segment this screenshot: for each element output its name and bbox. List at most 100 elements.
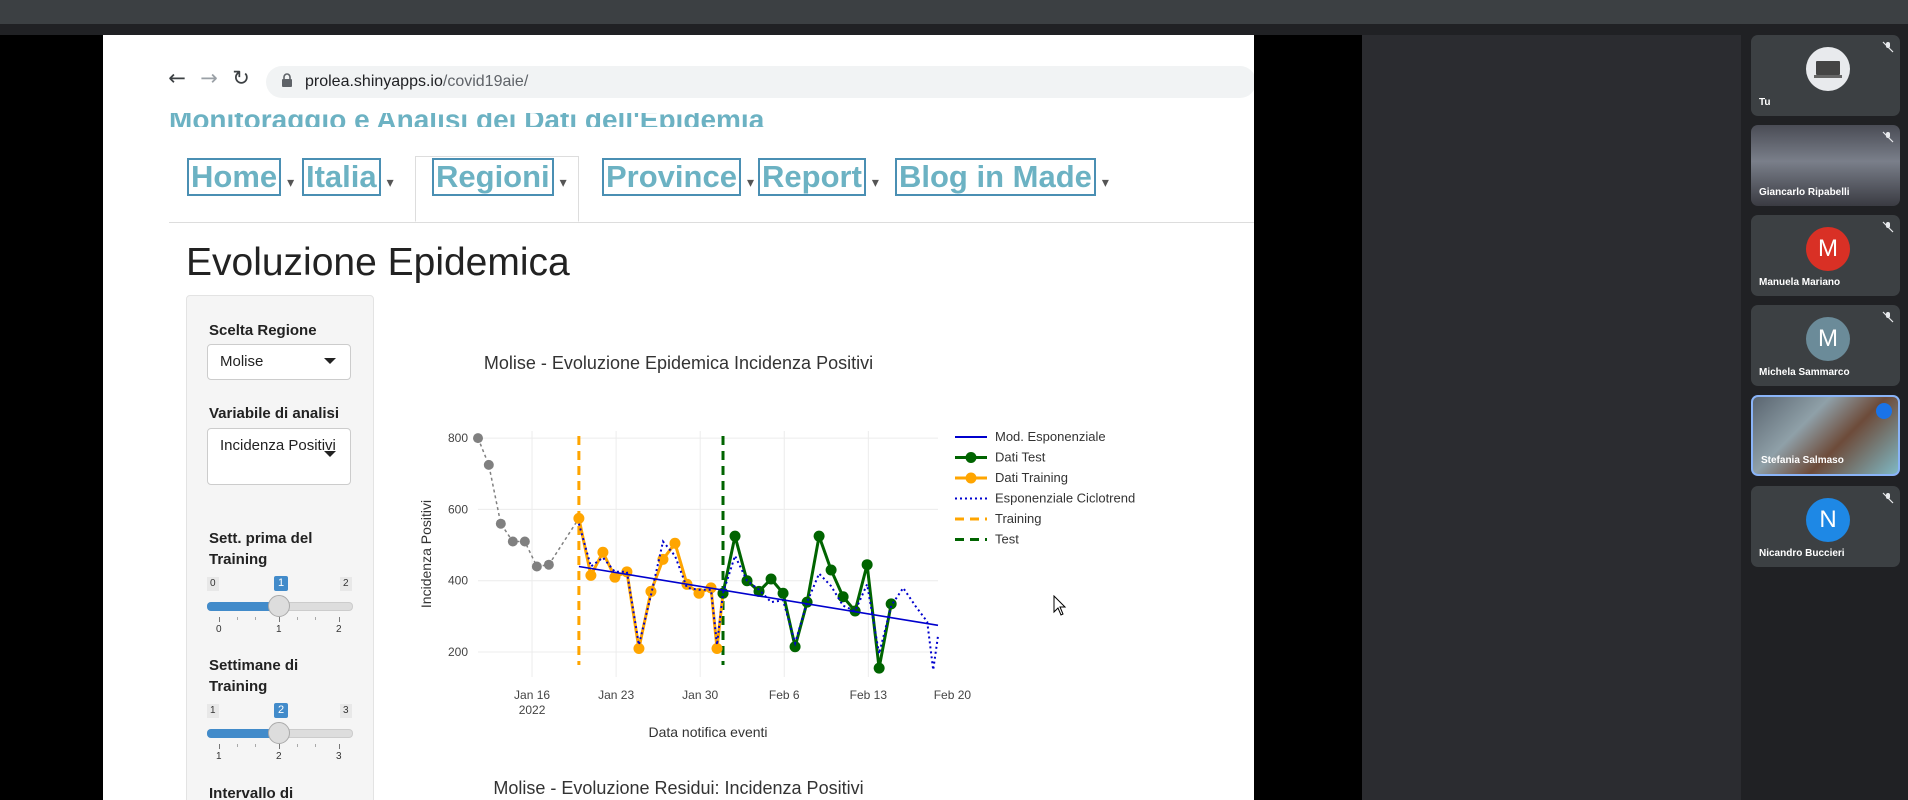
participant-name: Michela Sammarco xyxy=(1759,367,1850,378)
participant-tile[interactable]: Giancarlo Ripabelli xyxy=(1751,125,1900,206)
slider-tick xyxy=(279,617,280,622)
tab-label: Italia xyxy=(302,158,381,196)
slider-tick xyxy=(339,617,340,622)
slider2-label: Settimane di Training xyxy=(209,657,299,695)
mic-off-icon xyxy=(1882,311,1894,323)
slider-tick-label: 1 xyxy=(216,751,222,762)
slider-tick xyxy=(315,744,316,747)
tab-province[interactable]: Province ▾ xyxy=(602,158,754,198)
lock-icon xyxy=(281,73,301,91)
back-arrow-icon[interactable]: ← xyxy=(162,63,192,93)
slider-value-label: 2 xyxy=(274,703,289,718)
slider-tick xyxy=(315,617,316,620)
mic-off-icon xyxy=(1882,492,1894,504)
url-text[interactable]: prolea.shinyapps.io/covid19aie/ xyxy=(305,73,528,91)
legend-label: Mod. Esponenziale xyxy=(995,429,1106,444)
participant-tile[interactable]: N Nicandro Buccieri xyxy=(1751,486,1900,567)
slider-tick-label: 2 xyxy=(336,624,342,635)
meeting-top-bar xyxy=(0,0,1908,24)
slider-tick-label: 0 xyxy=(216,624,222,635)
participant-tile[interactable]: M Michela Sammarco xyxy=(1751,305,1900,386)
speaking-indicator-icon xyxy=(1876,403,1892,419)
x-axis-title: Data notifica eventi xyxy=(648,724,767,740)
legend-label: Test xyxy=(995,532,1019,547)
weeks-before-training-slider[interactable]: 0 1 2 0 1 2 xyxy=(207,576,353,637)
tab-label: Report xyxy=(758,158,866,196)
caret-down-icon: ▾ xyxy=(287,174,295,191)
test-point xyxy=(873,662,885,674)
training-point xyxy=(585,569,597,581)
pretraining-point xyxy=(543,559,554,570)
participant-tile[interactable]: M Manuela Mariano xyxy=(1751,215,1900,296)
x-tick-label: Jan 23 xyxy=(598,688,634,702)
test-point xyxy=(861,559,873,571)
slider-tick xyxy=(255,617,256,620)
slider-handle[interactable] xyxy=(268,722,290,744)
tab-italia[interactable]: Italia ▾ xyxy=(302,158,394,198)
residuals-chart-title: Molise - Evoluzione Residui: Incidenza P… xyxy=(493,778,864,798)
shared-browser-window: ← → ↻ prolea.shinyapps.io/covid19aie/ Mo… xyxy=(103,35,1254,800)
training-point xyxy=(669,537,681,549)
slider-tick xyxy=(237,744,238,747)
participant-photo xyxy=(1806,47,1850,91)
caret-down-icon: ▾ xyxy=(559,174,567,191)
legend-label: Training xyxy=(995,511,1041,526)
y-tick-label: 400 xyxy=(448,574,468,588)
tab-regioni[interactable]: Regioni ▾ xyxy=(432,158,567,198)
variable-select[interactable]: Incidenza Positivi xyxy=(207,428,351,485)
legend-label: Esponenziale Ciclotrend xyxy=(995,491,1135,506)
nav-tabs: Home ▾ Italia ▾ Regioni ▾ Province ▾ Report ▾… xyxy=(169,123,1254,223)
url-host: prolea.shinyapps.io xyxy=(305,73,443,90)
x-tick-label: Feb 20 xyxy=(934,688,972,702)
tab-blog-in-made[interactable]: Blog in Made ▾ xyxy=(895,158,1109,198)
slider-tick-label: 2 xyxy=(276,751,282,762)
caret-down-icon: ▾ xyxy=(871,174,879,191)
training-weeks-slider[interactable]: 1 2 3 1 2 3 xyxy=(207,703,353,764)
pretraining-point xyxy=(495,518,506,529)
x-tick-label: Feb 13 xyxy=(850,688,888,702)
dropdown-caret-icon xyxy=(324,451,336,457)
tab-report[interactable]: Report ▾ xyxy=(758,158,879,198)
participant-tile[interactable]: Tu xyxy=(1751,35,1900,116)
tab-label: Home xyxy=(187,158,282,196)
slider-max-label: 3 xyxy=(340,704,352,718)
shared-screen-gray-area xyxy=(1362,35,1741,800)
participant-name: Giancarlo Ripabelli xyxy=(1759,187,1850,198)
tab-home[interactable]: Home ▾ xyxy=(187,158,294,198)
caret-down-icon: ▾ xyxy=(1101,174,1109,191)
reload-icon[interactable]: ↻ xyxy=(226,63,256,93)
training-point xyxy=(597,546,609,558)
slider-tick xyxy=(237,617,238,620)
slider-tick xyxy=(219,744,220,749)
variable-label: Variabile di analisi xyxy=(209,405,340,422)
series-pretraining-line xyxy=(477,437,580,568)
test-point xyxy=(837,591,849,603)
x-tick-label: 2022 xyxy=(519,703,546,717)
slider-tick xyxy=(255,744,256,747)
region-label: Scelta Regione xyxy=(209,322,317,339)
epidemic-chart: 200 400 600 800 Jan 162022 Jan 23 Jan 30 Feb 6 F… xyxy=(418,429,1135,740)
tab-label: Regioni xyxy=(432,158,554,196)
slider-tick-label: 1 xyxy=(276,624,282,635)
test-point xyxy=(813,530,825,542)
tab-label: Province xyxy=(602,158,741,196)
variable-select-value: Incidenza Positivi xyxy=(220,437,336,454)
slider-min-label: 1 xyxy=(207,704,219,718)
x-tick-label: Jan 16 xyxy=(514,688,550,702)
training-point xyxy=(711,642,723,654)
page-title: Evoluzione Epidemica xyxy=(186,241,570,284)
slider1-label: Sett. prima del Training xyxy=(209,530,313,568)
cursor-icon xyxy=(1053,595,1067,616)
participant-name: Manuela Mariano xyxy=(1759,277,1841,288)
slider-handle[interactable] xyxy=(268,595,290,617)
slider-tick xyxy=(297,744,298,747)
test-point xyxy=(729,530,741,542)
caret-down-icon: ▾ xyxy=(386,174,394,191)
participant-tile[interactable]: Stefania Salmaso xyxy=(1751,395,1900,476)
slider-tick-label: 3 xyxy=(336,751,342,762)
participant-name: Nicandro Buccieri xyxy=(1759,548,1845,559)
test-point xyxy=(801,596,813,608)
forward-arrow-icon[interactable]: → xyxy=(194,63,224,93)
participant-name: Tu xyxy=(1759,97,1771,108)
mic-off-icon xyxy=(1882,131,1894,143)
